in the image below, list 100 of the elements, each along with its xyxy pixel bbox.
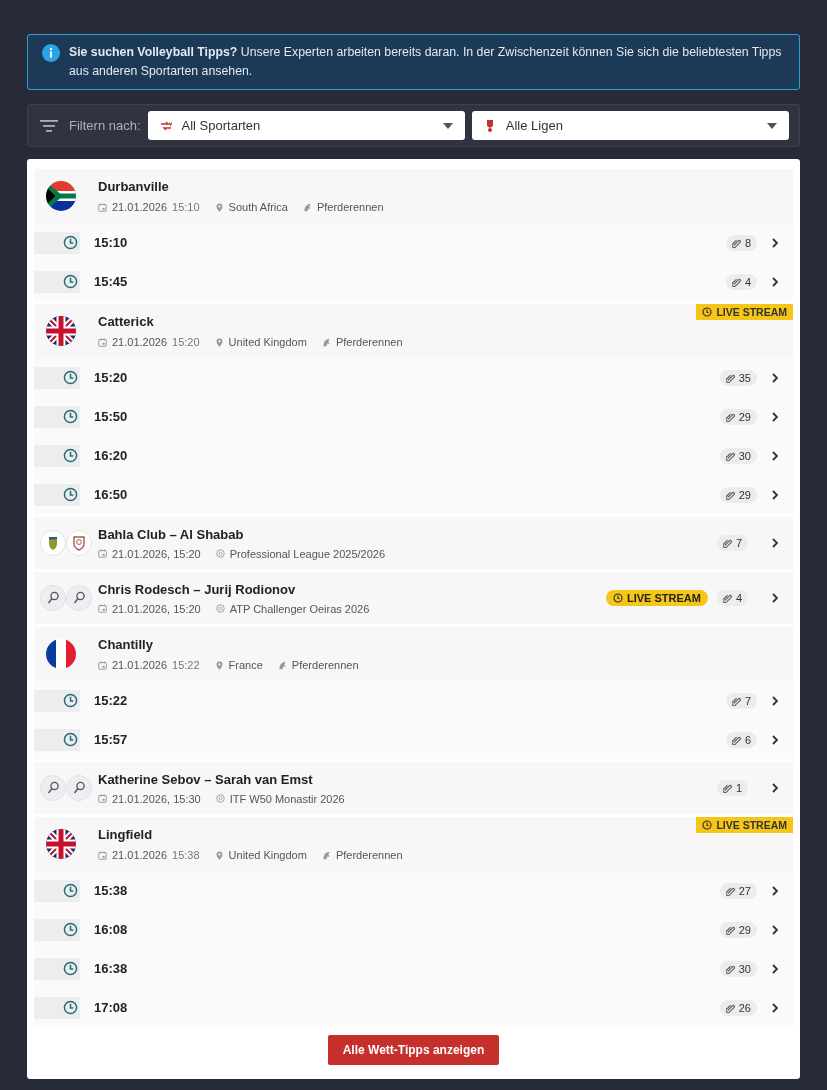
paperclip-icon	[725, 1002, 736, 1013]
chevron-right-icon	[771, 695, 779, 706]
chevron-right-icon	[771, 734, 779, 745]
tennis-racket-icon	[40, 775, 66, 801]
chevron-right-icon	[771, 237, 779, 248]
chevron-right-icon	[771, 593, 779, 603]
calendar-icon	[98, 549, 107, 558]
tips-count: 8	[725, 234, 757, 251]
clock-icon	[63, 487, 78, 502]
race-time: 15:57	[94, 732, 129, 747]
clock-icon	[63, 693, 78, 708]
chevron-right-icon	[771, 963, 779, 974]
clock-icon	[63, 883, 78, 898]
chevron-right-icon	[771, 450, 779, 461]
race-time: 16:20	[94, 448, 129, 463]
event-datetime: 21.01.2026, 15:30	[112, 792, 201, 805]
event-sport: Pferderennen	[291, 659, 359, 671]
match-row[interactable]: Bahla Club – Al Shabab 21.01.2026, 15:20 Professional League 2025/2026 7	[34, 517, 793, 569]
chevron-right-icon	[771, 1002, 779, 1013]
filter-icon	[40, 118, 58, 133]
location-pin-icon	[214, 850, 224, 860]
tips-count: 35	[719, 369, 757, 386]
clock-icon	[63, 274, 78, 289]
flag-icon	[46, 316, 76, 346]
clock-icon	[63, 448, 78, 463]
chevron-right-icon	[771, 924, 779, 935]
tennis-racket-icon	[66, 775, 92, 801]
chevron-right-icon	[771, 372, 779, 383]
clock-icon	[702, 307, 713, 317]
league-select[interactable]: Alle Ligen	[471, 111, 789, 140]
chevron-right-icon	[771, 885, 779, 896]
globe-icon	[215, 604, 225, 613]
tips-count: 27	[719, 882, 757, 899]
event-date: 21.01.2026	[112, 201, 168, 213]
paperclip-icon	[725, 924, 736, 935]
location-pin-icon	[214, 202, 224, 212]
league-name: Professional League 2025/2026	[229, 547, 386, 560]
clock-icon	[63, 732, 78, 747]
calendar-icon	[98, 794, 107, 803]
paperclip-icon	[725, 450, 736, 461]
tips-count: 29	[719, 408, 757, 425]
paperclip-icon	[725, 885, 736, 896]
chevron-right-icon	[771, 411, 779, 422]
caret-icon	[442, 122, 453, 129]
chevron-right-icon	[771, 276, 779, 287]
event-date: 21.01.2026	[112, 659, 168, 671]
paperclip-icon	[731, 237, 742, 248]
horse-head-icon	[277, 660, 287, 670]
league-name: ATP Challenger Oeiras 2026	[229, 602, 370, 615]
flag-icon	[46, 829, 76, 859]
event-time: 15:38	[172, 849, 200, 861]
paperclip-icon	[725, 411, 736, 422]
info-icon	[42, 44, 60, 62]
horse-head-icon	[321, 850, 331, 860]
match-title: Chris Rodesch – Jurij Rodionov	[98, 581, 297, 597]
race-time: 16:08	[94, 922, 129, 937]
race-time: 15:20	[94, 370, 129, 385]
paperclip-icon	[722, 783, 733, 793]
event-sport: Pferderennen	[316, 201, 384, 213]
tips-count: 30	[719, 447, 757, 464]
filter-label: Filtern nach:	[69, 118, 141, 133]
tips-count: 4	[725, 273, 757, 290]
event-country: France	[228, 659, 263, 671]
sport-select[interactable]: All Sportarten	[147, 111, 465, 140]
chevron-right-icon	[771, 489, 779, 500]
venue-name: Catterick	[98, 314, 155, 329]
paperclip-icon	[731, 734, 742, 745]
event-time: 15:22	[172, 659, 200, 671]
live-stream-badge: LIVE STREAM	[696, 304, 793, 320]
location-pin-icon	[214, 337, 224, 347]
race-time: 15:10	[94, 235, 129, 250]
tennis-racket-icon	[40, 585, 66, 611]
show-all-tips-button[interactable]: Alle Wett-Tipps anzeigen	[327, 1035, 500, 1065]
chevron-right-icon	[771, 538, 779, 548]
team-crest-icon	[66, 530, 92, 556]
paperclip-icon	[731, 276, 742, 287]
venue-name: Chantilly	[98, 637, 154, 652]
event-country: United Kingdom	[228, 849, 307, 861]
clock-icon	[702, 820, 713, 830]
live-stream-badge: LIVE STREAM	[696, 817, 793, 833]
match-row[interactable]: Chris Rodesch – Jurij Rodionov 21.01.2026, 15:20 ATP Challenger Oeiras 2026 LIVE STREAM 4	[34, 572, 793, 624]
globe-icon	[215, 549, 225, 558]
calendar-icon	[98, 337, 107, 347]
venue-name: Durbanville	[98, 179, 170, 194]
event-datetime: 21.01.2026, 15:20	[112, 602, 201, 615]
match-row[interactable]: Katherine Sebov – Sarah van Emst 21.01.2026, 15:30 ITF W50 Monastir 2026 1	[34, 762, 793, 814]
team-crest-icon	[40, 530, 66, 556]
tennis-racket-icon	[66, 585, 92, 611]
event-date: 21.01.2026	[112, 849, 168, 861]
race-time: 15:22	[94, 693, 129, 708]
event-date: 21.01.2026	[112, 336, 168, 348]
tips-count: 1	[716, 780, 748, 796]
paperclip-icon	[725, 489, 736, 500]
tips-count: 30	[719, 960, 757, 977]
race-time: 15:50	[94, 409, 129, 424]
tips-count: 7	[725, 692, 757, 709]
tips-count: 26	[719, 999, 757, 1016]
race-time: 15:38	[94, 883, 129, 898]
location-pin-icon	[214, 660, 224, 670]
clock-icon	[63, 961, 78, 976]
